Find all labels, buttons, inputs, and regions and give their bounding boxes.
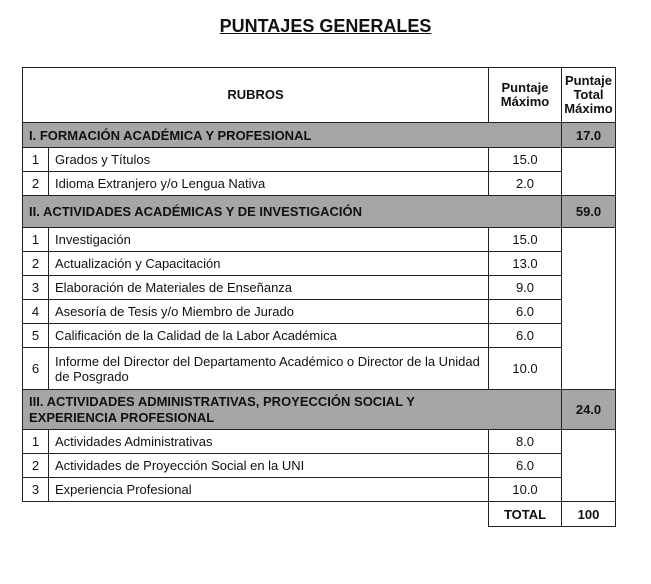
section-label: I. FORMACIÓN ACADÉMICA Y PROFESIONAL [22, 122, 562, 148]
table-row: 5 Calificación de la Calidad de la Labor… [22, 323, 616, 348]
item-score: 6.0 [488, 323, 562, 348]
table-row: 1 Investigación 15.0 [22, 227, 616, 390]
table-row: 4 Asesoría de Tesis y/o Miembro de Jurad… [22, 299, 616, 324]
item-number: 3 [22, 275, 49, 300]
item-number: 1 [22, 227, 49, 252]
empty-total-cell [561, 147, 616, 196]
item-name: Investigación [48, 227, 489, 252]
item-number: 2 [22, 171, 49, 196]
table-row: 6 Informe del Director del Departamento … [22, 347, 616, 390]
page-title: PUNTAJES GENERALES [0, 16, 651, 37]
header-rubros: RUBROS [22, 67, 489, 123]
empty-total-cell [561, 429, 616, 502]
section-total: 17.0 [561, 122, 616, 148]
table-row: 3 Elaboración de Materiales de Enseñanza… [22, 275, 616, 300]
item-score: 15.0 [488, 147, 562, 172]
header-puntaje-total-maximo: Puntaje Total Máximo [561, 67, 616, 123]
scores-table: RUBROS Puntaje Máximo Puntaje Total Máxi… [22, 67, 616, 527]
item-score: 8.0 [488, 429, 562, 454]
item-name: Grados y Títulos [48, 147, 489, 172]
section-row: I. FORMACIÓN ACADÉMICA Y PROFESIONAL 17.… [22, 122, 616, 148]
header-puntaje-maximo: Puntaje Máximo [488, 67, 562, 123]
empty-total-cell [561, 227, 616, 390]
item-score: 10.0 [488, 477, 562, 502]
item-name: Elaboración de Materiales de Enseñanza [48, 275, 489, 300]
item-name: Actividades Administrativas [48, 429, 489, 454]
table-row: 2 Actualización y Capacitación 13.0 [22, 251, 616, 276]
section-total: 24.0 [561, 389, 616, 430]
table-row: 1 Actividades Administrativas 8.0 [22, 429, 616, 502]
section-label: III. ACTIVIDADES ADMINISTRATIVAS, PROYEC… [22, 389, 562, 430]
item-score: 6.0 [488, 299, 562, 324]
item-name: Actualización y Capacitación [48, 251, 489, 276]
item-number: 5 [22, 323, 49, 348]
item-score: 2.0 [488, 171, 562, 196]
total-value: 100 [561, 501, 616, 527]
item-name: Calificación de la Calidad de la Labor A… [48, 323, 489, 348]
total-label: TOTAL [488, 501, 562, 527]
item-score: 10.0 [488, 347, 562, 390]
table-row: 1 Grados y Títulos 15.0 [22, 147, 616, 196]
item-number: 3 [22, 477, 49, 502]
item-score: 15.0 [488, 227, 562, 252]
total-row: TOTAL 100 [22, 501, 616, 527]
section-label: II. ACTIVIDADES ACADÉMICAS Y DE INVESTIG… [22, 195, 562, 228]
item-name: Idioma Extranjero y/o Lengua Nativa [48, 171, 489, 196]
header-row: RUBROS Puntaje Máximo Puntaje Total Máxi… [22, 67, 616, 123]
table-row: 3 Experiencia Profesional 10.0 [22, 477, 616, 502]
item-name: Asesoría de Tesis y/o Miembro de Jurado [48, 299, 489, 324]
section-row: II. ACTIVIDADES ACADÉMICAS Y DE INVESTIG… [22, 195, 616, 228]
item-number: 2 [22, 251, 49, 276]
section-row: III. ACTIVIDADES ADMINISTRATIVAS, PROYEC… [22, 389, 616, 430]
item-number: 6 [22, 347, 49, 390]
page-title-text: PUNTAJES GENERALES [219, 16, 432, 36]
item-name: Informe del Director del Departamento Ac… [48, 347, 489, 390]
item-score: 6.0 [488, 453, 562, 478]
item-name: Actividades de Proyección Social en la U… [48, 453, 489, 478]
item-score: 9.0 [488, 275, 562, 300]
item-score: 13.0 [488, 251, 562, 276]
item-number: 4 [22, 299, 49, 324]
item-number: 2 [22, 453, 49, 478]
item-name: Experiencia Profesional [48, 477, 489, 502]
table-row: 2 Actividades de Proyección Social en la… [22, 453, 616, 478]
section-total: 59.0 [561, 195, 616, 228]
total-spacer [22, 501, 489, 527]
item-number: 1 [22, 429, 49, 454]
table-row: 2 Idioma Extranjero y/o Lengua Nativa 2.… [22, 171, 616, 196]
item-number: 1 [22, 147, 49, 172]
